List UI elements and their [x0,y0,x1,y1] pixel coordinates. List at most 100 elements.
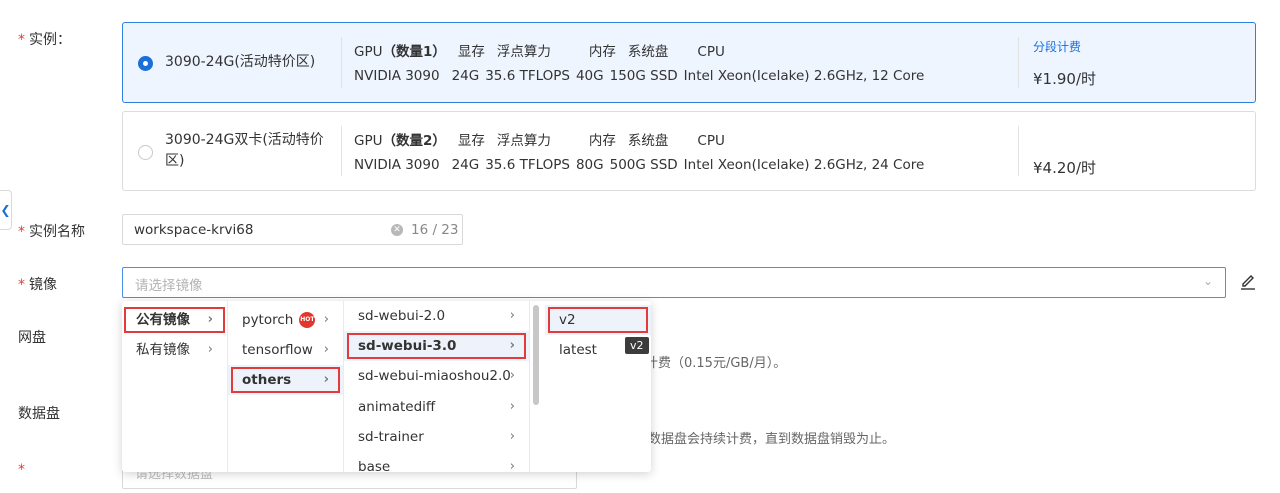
gpu-header: GPU [354,133,383,149]
cascader-item-sd-trainer[interactable]: sd-trainer › [344,422,529,452]
cascader-item-sd-webui-3-0[interactable]: sd-webui-3.0 › [344,331,529,361]
item-label: others [242,372,292,388]
vram-header: 显存 [457,133,485,149]
spec-values: NVIDIA 3090 24G 35.6 TFLOPS 40G 150G SSD Inte… [354,68,924,84]
spec-values: NVIDIA 3090 24G 35.6 TFLOPS 80G 500G SSD Inte… [354,157,924,173]
gpu-count-header: （数量1） [382,44,446,60]
hot-badge-icon: HOT [299,312,316,328]
price: ¥1.90/时 [1033,70,1096,88]
cpu-value: Intel Xeon(Icelake) 2.6GHz, 24 Core [683,157,925,173]
chevron-right-icon: › [509,459,515,472]
cascader-item-pytorch[interactable]: pytorch HOT › [228,305,343,335]
flops-value: 35.6 TFLOPS [485,157,570,173]
cascader-item-sd-webui-miaoshou[interactable]: sd-webui-miaoshou2.0 › [344,361,529,391]
item-label: sd-webui-miaoshou2.0 [358,368,511,384]
cascader-item-v2[interactable]: v2 [545,305,651,335]
cascader-column-source: 公有镜像 › 私有镜像 › [122,301,228,472]
chevron-down-icon: ⌄ [1202,274,1213,288]
billing-link[interactable]: 分段计费 [1033,38,1081,55]
clear-icon[interactable]: ✕ [391,224,403,236]
radio-unselected-icon[interactable] [138,145,153,160]
gpu-value: NVIDIA 3090 [354,157,440,173]
instance-name-input[interactable]: workspace-krvi68 ✕ 16 / 23 [122,214,463,245]
radio-selected-icon[interactable] [138,56,153,71]
instance-name-label: * 实例名称 [18,221,85,241]
disk-header: 系统盘 [627,44,669,60]
chevron-right-icon: › [323,372,329,387]
item-label: base [358,459,391,472]
chevron-right-icon: › [207,312,213,327]
required-mark: * [18,224,25,240]
image-select-placeholder: 请选择镜像 [135,278,203,294]
disk-value: 150G SSD [609,68,678,84]
cascader-column-tags: v2 latest [545,301,651,472]
cascader-item-private[interactable]: 私有镜像 › [122,335,227,365]
chevron-right-icon: › [509,429,515,444]
divider [341,37,342,88]
item-label: sd-webui-3.0 [358,338,457,354]
vram-header: 显存 [457,44,485,60]
disk-value: 500G SSD [609,157,678,173]
disk-billing-hint: 计费（0.15元/GB/月）。 [645,356,787,371]
cascader-item-tensorflow[interactable]: tensorflow › [228,335,343,365]
instance-card-3090[interactable]: 3090-24G(活动特价区) GPU（数量1） 显存 浮点算力 内存 系统盘 CPU N… [122,22,1256,103]
spec-headers: GPU（数量2） 显存 浮点算力 内存 系统盘 CPU [354,129,725,149]
flops-header: 浮点算力 [496,133,551,149]
chevron-right-icon: › [509,308,515,323]
required-mark-bottom: * [18,462,25,478]
item-label: tensorflow [242,342,313,358]
instance-name: 3090-24G(活动特价区) [165,54,316,70]
disk-label-text: 网盘 [18,330,46,346]
gpu-count-header: （数量2） [382,133,446,149]
mem-value: 80G [575,157,604,173]
instance-name-label-text: 实例名称 [29,224,85,240]
disk-header: 系统盘 [627,133,669,149]
gpu-value: NVIDIA 3090 [354,68,440,84]
instance-name: 3090-24G双卡(活动特价区) [165,132,324,169]
cascader-item-others[interactable]: others › [228,365,343,395]
cpu-header: CPU [697,44,725,60]
data-disk-hint: 后，数据盘会持续计费，直到数据盘销毁为止。 [622,432,896,447]
item-label: latest [559,342,597,358]
cpu-value: Intel Xeon(Icelake) 2.6GHz, 12 Core [683,68,925,84]
vram-value: 24G [451,68,480,84]
chevron-right-icon: › [509,368,515,383]
vram-value: 24G [451,157,480,173]
chevron-right-icon: › [323,342,329,357]
cascader-item-animatediff[interactable]: animatediff › [344,392,529,422]
flops-header: 浮点算力 [496,44,551,60]
item-label: 私有镜像 [136,342,190,358]
collapse-panel-tab[interactable]: ❮ [0,190,12,230]
image-select[interactable]: 请选择镜像 ⌄ [122,267,1226,298]
divider [1018,37,1019,88]
price: ¥4.20/时 [1033,159,1096,177]
chevron-right-icon: › [509,399,515,414]
mem-header: 内存 [588,44,616,60]
instance-label: * 实例： [18,29,71,49]
data-disk-label-text: 数据盘 [18,406,60,422]
gpu-header: GPU [354,44,383,60]
disk-label: 网盘 [18,327,46,347]
char-count: 16 / 23 [411,222,459,238]
cascader-column-images: sd-webui-2.0 › sd-webui-3.0 › sd-webui-mia… [344,301,530,472]
cascader-item-public[interactable]: 公有镜像 › [122,305,227,335]
divider [1018,126,1019,176]
tooltip: v2 [625,337,649,354]
image-label-text: 镜像 [29,277,57,293]
cascader-item-sd-webui-2-0[interactable]: sd-webui-2.0 › [344,301,529,331]
edit-icon[interactable] [1240,272,1256,290]
instance-card-3090-dual[interactable]: 3090-24G双卡(活动特价区) GPU（数量2） 显存 浮点算力 内存 系统盘 CPU… [122,111,1256,191]
cascader-item-base[interactable]: base › [344,452,529,472]
item-label: 公有镜像 [136,312,190,328]
chevron-left-icon: ❮ [0,203,11,217]
chevron-right-icon: › [509,338,515,353]
instance-label-text: 实例： [29,32,71,48]
chevron-right-icon: › [323,312,329,327]
cascader-scrollbar[interactable] [533,305,539,405]
mem-value: 40G [575,68,604,84]
instance-name-value[interactable]: workspace-krvi68 [134,222,253,238]
image-cascader: 公有镜像 › 私有镜像 › pytorch HOT › tensorflow › othe… [122,301,651,472]
item-label: animatediff [358,399,436,415]
required-mark: * [18,32,25,48]
item-label: sd-trainer [358,429,424,445]
